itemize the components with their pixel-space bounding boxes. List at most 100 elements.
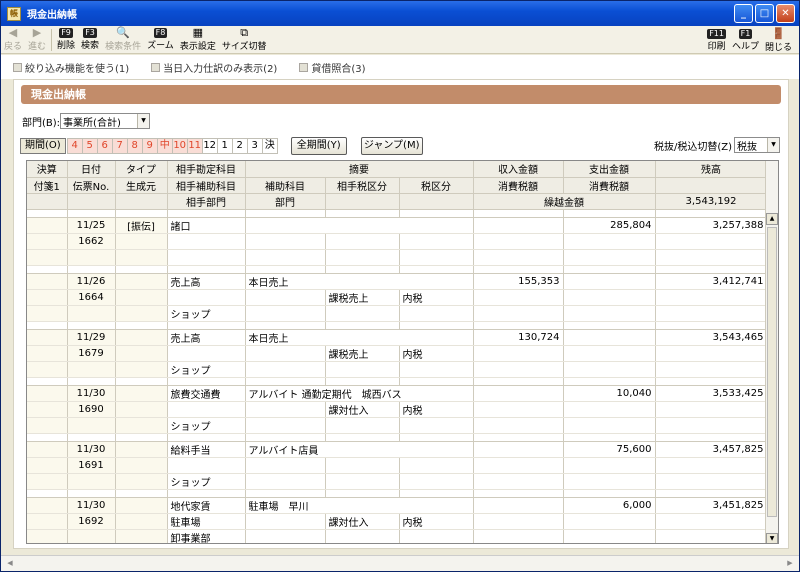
income-cell[interactable]: 130,724: [473, 329, 564, 346]
tax-option-cell[interactable]: 内税: [399, 345, 474, 362]
dept2-cell[interactable]: [245, 305, 326, 322]
month-tab[interactable]: 10: [171, 138, 188, 154]
col-taxcls2[interactable]: 税区分: [399, 177, 474, 194]
tax-option-cell[interactable]: [399, 233, 474, 250]
dept-cell[interactable]: ショップ: [167, 473, 246, 490]
account-cell[interactable]: 売上高: [167, 273, 246, 290]
type-cell[interactable]: [115, 385, 168, 402]
date-cell[interactable]: 11/26: [67, 273, 116, 290]
account-cell[interactable]: 売上高: [167, 329, 246, 346]
income-cell[interactable]: 155,353: [473, 273, 564, 290]
table-row[interactable]: 11/26 売上高 本日売上 155,353 3,412,741: [27, 273, 768, 290]
today-only-checkbox[interactable]: 当日入力仕訳のみ表示(2): [151, 60, 277, 75]
account-cell[interactable]: 地代家賃: [167, 497, 246, 514]
slip-cell[interactable]: 1692: [67, 513, 116, 530]
table-row[interactable]: 1691: [27, 457, 768, 474]
date-cell[interactable]: 11/30: [67, 385, 116, 402]
all-period-button[interactable]: 全期間(Y): [290, 137, 347, 155]
type-cell[interactable]: [115, 329, 168, 346]
scroll-thumb[interactable]: [767, 227, 777, 517]
month-tab[interactable]: 9: [141, 138, 158, 154]
description-cell[interactable]: アルバイト 通勤定期代 城西バス: [245, 385, 474, 402]
display-settings-button[interactable]: ▦ 表示設定: [177, 26, 219, 54]
income-cell[interactable]: [473, 217, 564, 234]
settle-cell[interactable]: [27, 329, 68, 346]
table-row[interactable]: 11/30 地代家賃 駐車場 早川 6,000 3,451,825: [27, 497, 768, 514]
subitem-cell[interactable]: [245, 345, 326, 362]
subitem-cell[interactable]: [245, 289, 326, 306]
month-tab[interactable]: 決: [261, 138, 278, 154]
jump-button[interactable]: ジャンプ(M): [360, 137, 423, 155]
horizontal-scrollbar[interactable]: ◀ ▶: [1, 555, 799, 571]
delete-button[interactable]: F9 削除: [54, 26, 78, 54]
subaccount-cell[interactable]: [167, 401, 246, 418]
table-row[interactable]: ショップ: [27, 473, 768, 490]
search-condition-button[interactable]: 🔍 検索条件: [102, 26, 144, 54]
date-cell[interactable]: 11/30: [67, 441, 116, 458]
tax-class-cell[interactable]: [325, 457, 400, 474]
col-slip[interactable]: 伝票No.: [67, 177, 116, 194]
subaccount-cell[interactable]: 駐車場: [167, 513, 246, 530]
tax-class-cell[interactable]: 課税売上: [325, 289, 400, 306]
dept2-cell[interactable]: [245, 249, 326, 266]
maximize-button[interactable]: □: [755, 4, 774, 23]
col-income[interactable]: 収入金額: [473, 161, 564, 178]
expense-cell[interactable]: 75,600: [563, 441, 656, 458]
month-tab[interactable]: 8: [126, 138, 143, 154]
month-tab[interactable]: 中: [156, 138, 173, 154]
col-inc-tax[interactable]: 消費税額: [473, 177, 564, 194]
date-cell[interactable]: 11/30: [67, 497, 116, 514]
close-window-button[interactable]: ✕: [776, 4, 795, 23]
table-row[interactable]: 1690 課対仕入 内税: [27, 401, 768, 418]
dept-cell[interactable]: [167, 249, 246, 266]
month-tab[interactable]: 5: [81, 138, 98, 154]
subitem-cell[interactable]: [245, 233, 326, 250]
note-cell[interactable]: [27, 345, 68, 362]
tax-option-cell[interactable]: 内税: [399, 401, 474, 418]
dept-cell[interactable]: 卸事業部: [167, 529, 246, 543]
note-cell[interactable]: [27, 513, 68, 530]
month-tab[interactable]: 2: [231, 138, 248, 154]
scroll-down-icon[interactable]: ▼: [766, 533, 778, 543]
col-settle[interactable]: 決算: [27, 161, 68, 178]
dept-cell[interactable]: ショップ: [167, 361, 246, 378]
slip-cell[interactable]: 1662: [67, 233, 116, 250]
scroll-right-icon[interactable]: ▶: [783, 557, 797, 570]
description-cell[interactable]: 本日売上: [245, 273, 474, 290]
subaccount-cell[interactable]: [167, 289, 246, 306]
dept2-cell[interactable]: [245, 417, 326, 434]
table-row[interactable]: 1692 駐車場 課対仕入 内税: [27, 513, 768, 530]
month-tab[interactable]: 12: [201, 138, 218, 154]
minimize-button[interactable]: _: [734, 4, 753, 23]
description-cell[interactable]: アルバイト店員: [245, 441, 474, 458]
table-row[interactable]: 卸事業部: [27, 529, 768, 543]
col-subacct[interactable]: 相手補助科目: [167, 177, 246, 194]
slip-cell[interactable]: 1690: [67, 401, 116, 418]
back-button[interactable]: ◀ 戻る: [1, 26, 25, 54]
table-row[interactable]: 1679 課税売上 内税: [27, 345, 768, 362]
col-date[interactable]: 日付: [67, 161, 116, 178]
table-row[interactable]: 11/29 売上高 本日売上 130,724 3,543,465: [27, 329, 768, 346]
dept2-cell[interactable]: [245, 361, 326, 378]
table-row[interactable]: 1664 課税売上 内税: [27, 289, 768, 306]
tax-option-cell[interactable]: [399, 457, 474, 474]
expense-cell[interactable]: [563, 329, 656, 346]
expense-cell[interactable]: [563, 273, 656, 290]
type-cell[interactable]: [115, 273, 168, 290]
description-cell[interactable]: 本日売上: [245, 329, 474, 346]
month-tab[interactable]: 1: [216, 138, 233, 154]
expense-cell[interactable]: 10,040: [563, 385, 656, 402]
table-row[interactable]: ショップ: [27, 361, 768, 378]
search-button[interactable]: F3 検索: [78, 26, 102, 54]
col-desc[interactable]: 摘要: [245, 161, 474, 178]
tax-option-cell[interactable]: 内税: [399, 513, 474, 530]
tax-toggle-select[interactable]: 税抜 ▼: [734, 137, 780, 153]
col-note1[interactable]: 付箋1: [27, 177, 68, 194]
subaccount-cell[interactable]: [167, 457, 246, 474]
table-row[interactable]: 1662: [27, 233, 768, 250]
scroll-up-icon[interactable]: ▲: [766, 213, 778, 225]
description-cell[interactable]: [245, 217, 474, 234]
table-row[interactable]: 11/30 旅費交通費 アルバイト 通勤定期代 城西バス 10,040 3,533,42…: [27, 385, 768, 402]
col-dept[interactable]: 相手部門: [167, 193, 246, 210]
income-cell[interactable]: [473, 497, 564, 514]
